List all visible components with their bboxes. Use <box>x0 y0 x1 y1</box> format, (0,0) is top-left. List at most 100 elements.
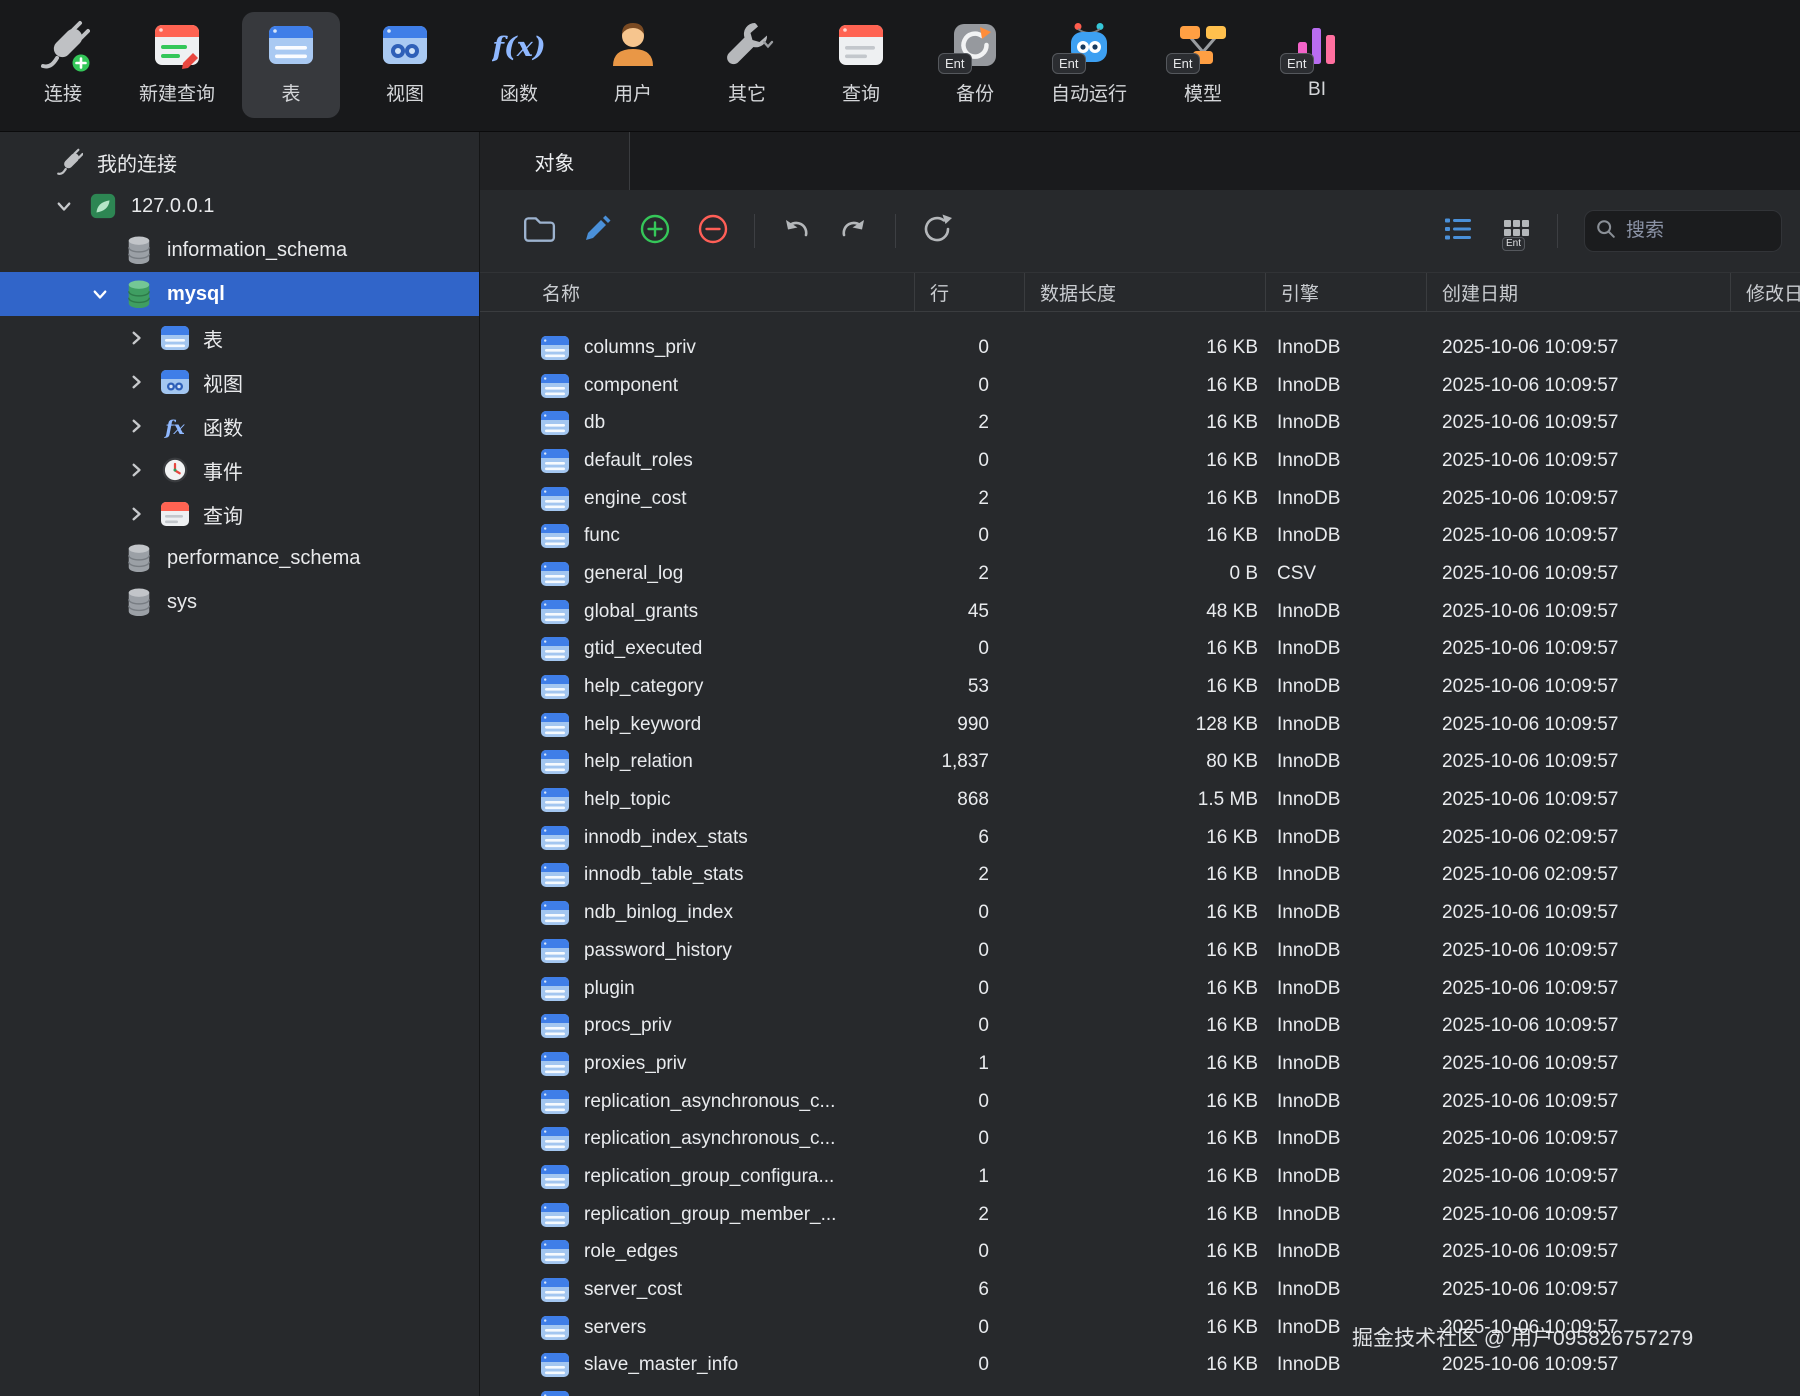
table-row[interactable]: help_relation 1,837 80 KB InnoDB 2025-10… <box>480 744 1800 782</box>
grid-view-icon: Ent <box>1500 218 1532 251</box>
toolbar-item-users[interactable]: 用户 <box>584 12 682 118</box>
toolbar-item-backup[interactable]: Ent 备份 <box>926 12 1024 118</box>
sidebar-item-sys[interactable]: sys <box>0 580 479 624</box>
cell-row-count: 0 <box>978 449 989 471</box>
table-row[interactable]: global_grants 45 48 KB InnoDB 2025-10-06… <box>480 593 1800 631</box>
table-row[interactable]: replication_asynchronous_c... 0 16 KB In… <box>480 1083 1800 1121</box>
table-row[interactable]: procs_priv 0 16 KB InnoDB 2025-10-06 10:… <box>480 1007 1800 1045</box>
toolbar-item-new-query[interactable]: 新建查询 <box>128 12 226 118</box>
table-row[interactable]: help_topic 868 1.5 MB InnoDB 2025-10-06 … <box>480 781 1800 819</box>
sidebar-item-queries[interactable]: 查询 <box>0 492 479 536</box>
table-row[interactable]: proxies_priv 1 16 KB InnoDB 2025-10-06 1… <box>480 1045 1800 1083</box>
sidebar-item-views[interactable]: 视图 <box>0 360 479 404</box>
toolbar-item-label: 自动运行 <box>1050 84 1127 105</box>
table-row[interactable]: replication_group_configura... 1 16 KB I… <box>480 1158 1800 1196</box>
table-row[interactable]: role_edges 0 16 KB InnoDB 2025-10-06 10:… <box>480 1234 1800 1272</box>
toolbar-item-automation[interactable]: Ent 自动运行 <box>1040 12 1138 118</box>
table-row[interactable]: func 0 16 KB InnoDB 2025-10-06 10:09:57 <box>480 517 1800 555</box>
column-header-modified[interactable]: 修改日期 <box>1731 273 1800 311</box>
table-row[interactable]: replication_group_member_... 2 16 KB Inn… <box>480 1196 1800 1234</box>
sidebar-item-events[interactable]: 事件 <box>0 448 479 492</box>
chevron-right-icon[interactable] <box>124 326 148 350</box>
cell-name: columns_priv <box>480 335 915 361</box>
column-header-engine[interactable]: 引擎 <box>1266 273 1427 311</box>
sidebar-item-127-0-0-1[interactable]: 127.0.0.1 <box>0 184 479 228</box>
navicat-window: 连接 新建查询 表 视图 f(x) 函数 用户 其它 查询 Ent 备份 Ent… <box>0 0 1800 1396</box>
sidebar-item-my-connections[interactable]: 我的连接 <box>0 140 479 184</box>
toolbar-item-others[interactable]: 其它 <box>698 12 796 118</box>
table-row[interactable]: general_log 2 0 B CSV 2025-10-06 10:09:5… <box>480 555 1800 593</box>
export-icon <box>838 213 870 250</box>
list-view-button[interactable] <box>1429 207 1487 255</box>
sidebar-item-label: information_schema <box>167 238 348 261</box>
column-header-created[interactable]: 创建日期 <box>1427 273 1731 311</box>
design-table-button[interactable] <box>568 207 626 255</box>
table-row[interactable]: innodb_index_stats 6 16 KB InnoDB 2025-1… <box>480 819 1800 857</box>
cell-row-count: 0 <box>978 1015 989 1037</box>
table-row[interactable]: plugin 0 16 KB InnoDB 2025-10-06 10:09:5… <box>480 970 1800 1008</box>
cell-data-length: 1.5 MB <box>1197 789 1258 811</box>
column-header-rows[interactable]: 行 <box>915 273 1025 311</box>
export-wizard-button[interactable] <box>825 207 883 255</box>
table-row[interactable]: server_cost 6 16 KB InnoDB 2025-10-06 10… <box>480 1271 1800 1309</box>
search-box[interactable] <box>1584 210 1782 252</box>
bar-chart-icon: Ent <box>1280 18 1344 74</box>
chevron-right-icon[interactable] <box>124 458 148 482</box>
toolbar-item-bi[interactable]: Ent BI <box>1268 12 1366 118</box>
svg-text:f(x): f(x) <box>492 32 546 63</box>
chevron-right-icon[interactable] <box>124 502 148 526</box>
table-row[interactable]: innodb_table_stats 2 16 KB InnoDB 2025-1… <box>480 857 1800 895</box>
cell-row-count: 2 <box>978 562 989 584</box>
table-row[interactable]: component 0 16 KB InnoDB 2025-10-06 10:0… <box>480 367 1800 405</box>
toolbar-item-model[interactable]: Ent 模型 <box>1154 12 1252 118</box>
sidebar-item-mysql[interactable]: mysql <box>0 272 479 316</box>
search-icon <box>1595 218 1617 245</box>
table-row[interactable]: replication_asynchronous_c... 0 16 KB In… <box>480 1120 1800 1158</box>
refresh-button[interactable] <box>908 207 966 255</box>
table-row[interactable]: servers 0 16 KB InnoDB 2025-10-06 10:09:… <box>480 1309 1800 1347</box>
table-row[interactable]: ndb_binlog_index 0 16 KB InnoDB 2025-10-… <box>480 894 1800 932</box>
table-row[interactable]: password_history 0 16 KB InnoDB 2025-10-… <box>480 932 1800 970</box>
table-name: help_relation <box>584 751 693 773</box>
sidebar-item-performance-schema[interactable]: performance_schema <box>0 536 479 580</box>
table-row[interactable]: help_keyword 990 128 KB InnoDB 2025-10-0… <box>480 706 1800 744</box>
toolbar-item-tables[interactable]: 表 <box>242 12 340 118</box>
table-row[interactable]: default_roles 0 16 KB InnoDB 2025-10-06 … <box>480 442 1800 480</box>
column-header-data-length[interactable]: 数据长度 <box>1025 273 1266 311</box>
table-icon <box>540 1013 570 1039</box>
cell-name: component <box>480 373 915 399</box>
new-table-button[interactable] <box>626 207 684 255</box>
table-row[interactable]: help_category 53 16 KB InnoDB 2025-10-06… <box>480 668 1800 706</box>
tab-objects[interactable]: 对象 <box>480 132 630 190</box>
chevron-down-icon[interactable] <box>52 194 76 218</box>
cell-created: 2025-10-06 10:09:57 <box>1442 751 1619 773</box>
table-row[interactable] <box>480 1384 1800 1396</box>
grid-view-button[interactable]: Ent <box>1487 207 1545 255</box>
chevron-down-icon[interactable] <box>88 282 112 306</box>
sidebar-item-tables[interactable]: 表 <box>0 316 479 360</box>
chevron-right-icon[interactable] <box>124 414 148 438</box>
cell-name: ndb_binlog_index <box>480 900 915 926</box>
table-row[interactable]: engine_cost 2 16 KB InnoDB 2025-10-06 10… <box>480 480 1800 518</box>
chevron-right-icon[interactable] <box>124 370 148 394</box>
search-input[interactable] <box>1626 220 1771 242</box>
sidebar-item-information-schema[interactable]: information_schema <box>0 228 479 272</box>
table-row[interactable]: slave_master_info 0 16 KB InnoDB 2025-10… <box>480 1347 1800 1385</box>
cell-name: engine_cost <box>480 486 915 512</box>
toolbar-item-connection[interactable]: 连接 <box>14 12 112 118</box>
toolbar-item-query[interactable]: 查询 <box>812 12 910 118</box>
table-row[interactable]: columns_priv 0 16 KB InnoDB 2025-10-06 1… <box>480 329 1800 367</box>
column-header-name[interactable]: 名称 <box>480 273 915 311</box>
toolbar-item-functions[interactable]: f(x) 函数 <box>470 12 568 118</box>
cell-row-count: 0 <box>978 1316 989 1338</box>
table-row[interactable]: db 2 16 KB InnoDB 2025-10-06 10:09:57 <box>480 404 1800 442</box>
open-table-button[interactable] <box>510 207 568 255</box>
toolbar-item-views[interactable]: 视图 <box>356 12 454 118</box>
toolbar-item-label: 备份 <box>955 84 994 105</box>
delete-table-button[interactable] <box>684 207 742 255</box>
table-icon <box>540 825 570 851</box>
toolbar-item-label: 视图 <box>385 84 424 105</box>
table-row[interactable]: gtid_executed 0 16 KB InnoDB 2025-10-06 … <box>480 631 1800 669</box>
sidebar-item-functions[interactable]: fx 函数 <box>0 404 479 448</box>
import-wizard-button[interactable] <box>767 207 825 255</box>
